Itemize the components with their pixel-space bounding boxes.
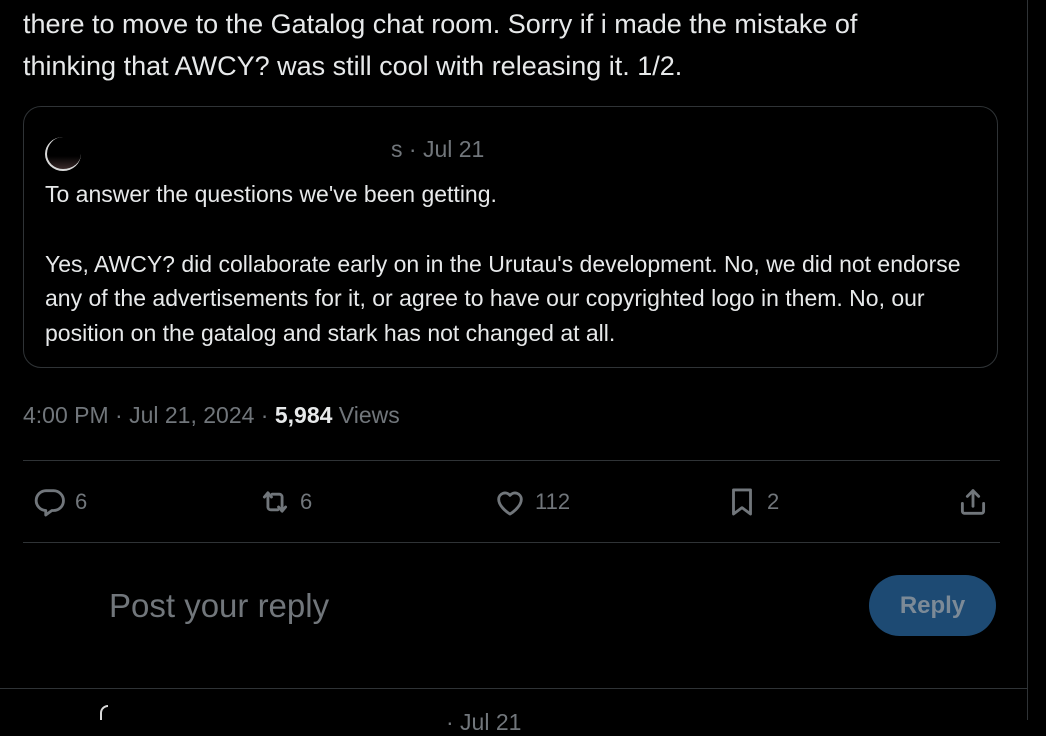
repost-icon — [262, 491, 288, 513]
share-action[interactable] — [956, 461, 990, 543]
repost-action[interactable]: 6 — [258, 461, 312, 543]
post-action-bar: 6 6 112 2 — [23, 461, 1000, 543]
next-post-date[interactable]: · Jul 21 — [446, 708, 521, 736]
tweet-text-line: thinking that AWCY? was still cool with … — [23, 51, 683, 81]
quoted-author-avatar[interactable] — [45, 137, 81, 171]
views-label: Views — [332, 402, 400, 428]
reply-button[interactable]: Reply — [869, 575, 996, 636]
like-count: 112 — [535, 489, 571, 514]
quoted-post-date[interactable]: s · Jul 21 — [391, 135, 484, 163]
post-timestamp-views: 4:00 PM · Jul 21, 2024 · 5,984 Views — [23, 398, 400, 432]
quoted-post-line: To answer the questions we've been getti… — [45, 181, 497, 207]
like-action[interactable]: 112 — [493, 461, 570, 543]
like-icon — [497, 491, 523, 516]
next-post-divider — [0, 688, 1027, 689]
divider-bottom — [23, 542, 1000, 543]
tweet-text-line: there to move to the Gatalog chat room. … — [23, 9, 858, 39]
reply-composer: Reply — [23, 544, 1000, 688]
repost-count: 6 — [300, 489, 313, 514]
quoted-post-header: s · Jul 21 — [45, 135, 565, 171]
bookmark-count: 2 — [767, 489, 780, 514]
reply-action[interactable]: 6 — [33, 461, 87, 543]
redacted-author-name — [87, 135, 417, 163]
reply-count: 6 — [75, 489, 88, 514]
next-post-avatar[interactable] — [100, 705, 108, 720]
reply-icon — [34, 489, 65, 517]
post-timestamp[interactable]: 4:00 PM · Jul 21, 2024 · — [23, 402, 275, 428]
views-count: 5,984 — [274, 402, 333, 428]
bookmark-icon — [732, 488, 752, 516]
reply-input[interactable] — [109, 584, 709, 628]
quoted-post-card[interactable]: s · Jul 21 To answer the questions we've… — [23, 106, 998, 368]
quoted-post-text: To answer the questions we've been getti… — [45, 177, 980, 350]
tweet-text: there to move to the Gatalog chat room. … — [23, 3, 1013, 87]
share-icon — [960, 489, 986, 515]
timeline-right-border — [1027, 0, 1028, 720]
bookmark-action[interactable]: 2 — [725, 461, 779, 543]
quoted-post-paragraph: Yes, AWCY? did collaborate early on in t… — [45, 250, 961, 346]
